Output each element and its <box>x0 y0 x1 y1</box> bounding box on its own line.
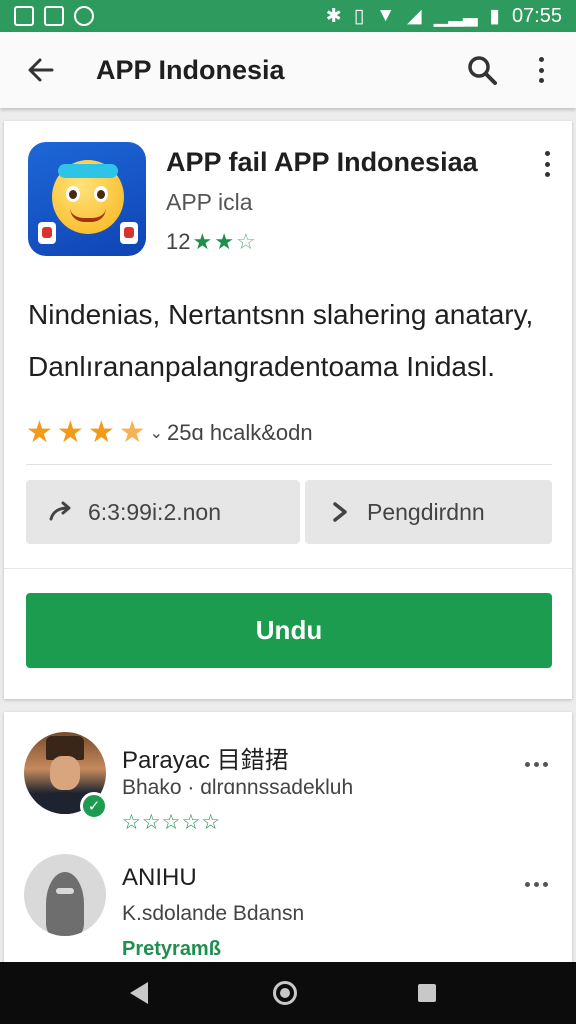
review-overflow-icon[interactable] <box>525 882 548 887</box>
vibrate-icon: ▯ <box>353 5 365 27</box>
nav-back-icon[interactable] <box>130 982 148 1004</box>
navigation-bar <box>0 962 576 1024</box>
review-stars: ☆☆☆☆☆ <box>122 811 222 834</box>
back-arrow-icon[interactable] <box>26 55 56 85</box>
overflow-menu-icon[interactable] <box>534 54 548 86</box>
star-half-icon: ★ <box>118 416 146 449</box>
star-icon: ★ <box>214 229 234 254</box>
review-summary[interactable]: ★ ★ ★ ★ ⌄ 25ɑ hcalk&odn <box>26 415 313 450</box>
app-rating: 12 ★ ★ ☆ <box>166 229 256 255</box>
chevron-right-icon <box>327 501 353 523</box>
rating-count: 12 <box>166 229 191 254</box>
status-bar: ✱ ▯ ▼ ◢ ▁▂▃ ▮ 07:55 <box>0 0 576 32</box>
app-bar: APP Indonesia <box>0 32 576 108</box>
reviewer-subtitle: Bhako · ɑlrɑnnssadekluh <box>122 776 354 799</box>
image-notification-icon <box>14 6 34 26</box>
card-overflow-icon[interactable] <box>542 151 552 177</box>
verified-check-icon: ✓ <box>80 792 108 820</box>
app-name: APP fail APP Indonesiaa <box>166 147 478 177</box>
description-line: Danlıranаnpalangradentoama Inidasl. <box>28 351 495 382</box>
avatar[interactable] <box>24 854 106 936</box>
app-details-card: APP fail APP Indonesiaa APP icla 12 ★ ★ … <box>4 121 572 699</box>
search-icon[interactable] <box>466 54 498 86</box>
divider <box>4 568 572 569</box>
emoji-face-icon <box>52 160 124 234</box>
battery-icon: ▮ <box>489 5 500 27</box>
app-developer[interactable]: APP icla <box>166 189 253 216</box>
clock: 07:55 <box>511 4 562 27</box>
reviewer-tag: Pretyramß <box>122 938 221 960</box>
reviewer-subtitle: K.sdolande Bdansn <box>122 902 305 925</box>
default-avatar-icon <box>46 872 84 936</box>
star-outline-icon: ☆ <box>235 229 256 254</box>
divider <box>26 464 552 465</box>
star-icon: ★ <box>26 416 53 449</box>
description-line: Nindenias, Nertantsnn slahering anatary, <box>28 299 534 330</box>
reviews-label: 25ɑ hcalk&odn <box>167 419 313 445</box>
signal-icon: ◢ <box>407 5 422 27</box>
nav-home-icon[interactable] <box>273 981 297 1005</box>
sync-notification-icon <box>74 6 94 26</box>
reviewer-name: ANIHU <box>122 864 197 891</box>
page-title: APP Indonesia <box>96 54 285 85</box>
reviews-card: ✓ Parayac 目錯捃 Bhako · ɑlrɑnnssadekluh ☆☆… <box>4 712 572 972</box>
nav-recents-icon[interactable] <box>418 984 436 1002</box>
wifi-icon: ▼ <box>376 5 395 26</box>
app-icon[interactable] <box>28 142 146 256</box>
share-icon <box>48 501 74 523</box>
gallery-notification-icon <box>44 6 64 26</box>
signal-weak-icon: ▁▂▃ <box>433 5 478 27</box>
star-icon: ★ <box>56 416 84 449</box>
star-icon: ★ <box>192 229 213 254</box>
bluetooth-icon: ✱ <box>325 5 342 27</box>
forward-label: Pengdirdnn <box>367 498 485 525</box>
share-label: 6:3:99i:2.non <box>88 498 222 525</box>
app-description: Nindenias, Nertantsnn slahering anatary,… <box>28 289 548 393</box>
reviewer-name: Parayac 目錯捃 <box>122 747 289 774</box>
share-button[interactable]: 6:3:99i:2.non <box>26 480 300 544</box>
review-overflow-icon[interactable] <box>525 762 548 767</box>
install-button[interactable]: Undu <box>26 593 552 668</box>
chevron-down-icon: ⌄ <box>149 424 164 442</box>
forward-button[interactable]: Pengdirdnn <box>305 480 552 544</box>
star-icon: ★ <box>87 416 115 449</box>
